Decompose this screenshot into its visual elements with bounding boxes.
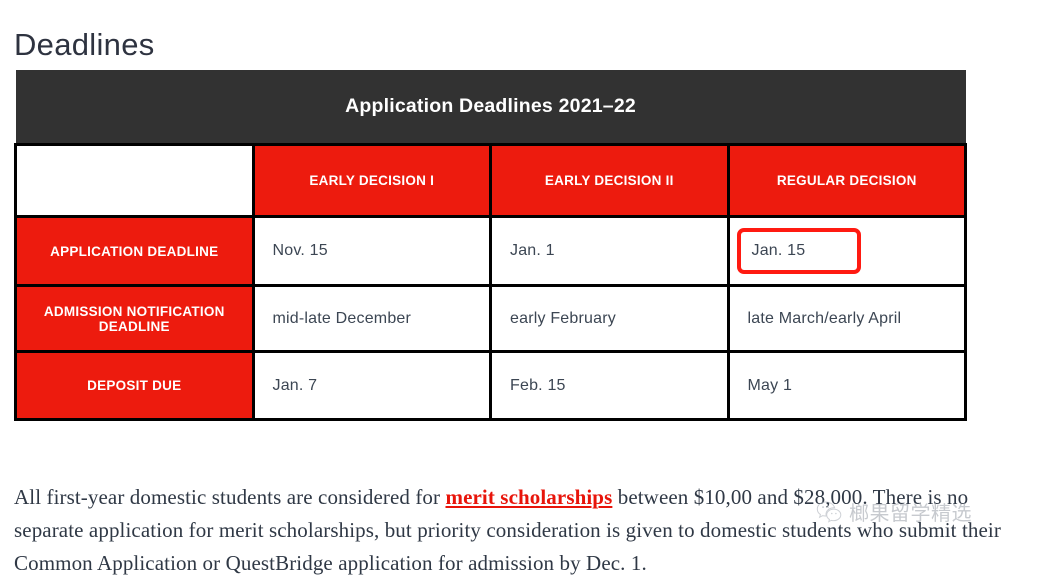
- row-label-application-deadline: APPLICATION DEADLINE: [14, 215, 255, 287]
- cell-value: early February: [510, 309, 616, 327]
- table-row: ADMISSION NOTIFICATION DEADLINE mid-late…: [14, 284, 967, 353]
- cell-admission-notification-ed1: mid-late December: [251, 284, 492, 353]
- table-corner-cell: [14, 143, 255, 218]
- cell-value: Jan. 1: [510, 242, 555, 259]
- cell-deposit-due-regular: May 1: [726, 350, 967, 421]
- cell-deposit-due-ed1: Jan. 7: [251, 350, 492, 421]
- column-header-early-decision-i: EARLY DECISION I: [251, 143, 492, 218]
- table-row: DEPOSIT DUE Jan. 7 Feb. 15 May 1: [14, 350, 967, 421]
- cell-admission-notification-regular: late March/early April: [726, 284, 967, 353]
- cell-value: Nov. 15: [272, 242, 328, 259]
- row-label-admission-notification-deadline: ADMISSION NOTIFICATION DEADLINE: [14, 284, 255, 353]
- cell-application-deadline-ed1: Nov. 15: [251, 215, 492, 287]
- column-header-regular-decision: REGULAR DECISION: [726, 143, 967, 218]
- cell-admission-notification-ed2: early February: [489, 284, 730, 353]
- cell-application-deadline-ed2: Jan. 1: [489, 215, 730, 287]
- cell-deposit-due-ed2: Feb. 15: [489, 350, 730, 421]
- cell-value: late March/early April: [747, 309, 902, 327]
- table-row: APPLICATION DEADLINE Nov. 15 Jan. 1 Jan.…: [14, 215, 967, 287]
- row-label-deposit-due: DEPOSIT DUE: [14, 350, 255, 421]
- table-caption-row: Application Deadlines 2021–22: [15, 70, 966, 145]
- page-root: Deadlines Application Deadlines 2021–22 …: [0, 0, 1054, 575]
- merit-scholarships-link[interactable]: merit scholarships: [445, 485, 612, 509]
- table-caption: Application Deadlines 2021–22: [15, 70, 966, 145]
- cell-value: mid-late December: [272, 309, 412, 327]
- cell-value: May 1: [747, 376, 793, 394]
- page-title: Deadlines: [14, 26, 155, 62]
- cell-value: Jan. 15: [736, 228, 862, 274]
- column-header-early-decision-ii: EARLY DECISION II: [489, 143, 730, 218]
- cell-value: Feb. 15: [510, 376, 566, 394]
- cell-application-deadline-regular-highlighted: Jan. 15: [726, 215, 967, 287]
- table-header-row: EARLY DECISION I EARLY DECISION II REGUL…: [14, 143, 967, 218]
- cell-value: Jan. 7: [272, 376, 318, 394]
- paragraph-text-before-link: All first-year domestic students are con…: [14, 485, 446, 509]
- scholarship-paragraph: All first-year domestic students are con…: [14, 481, 1042, 580]
- application-deadlines-table: Application Deadlines 2021–22 EARLY DECI…: [14, 70, 967, 421]
